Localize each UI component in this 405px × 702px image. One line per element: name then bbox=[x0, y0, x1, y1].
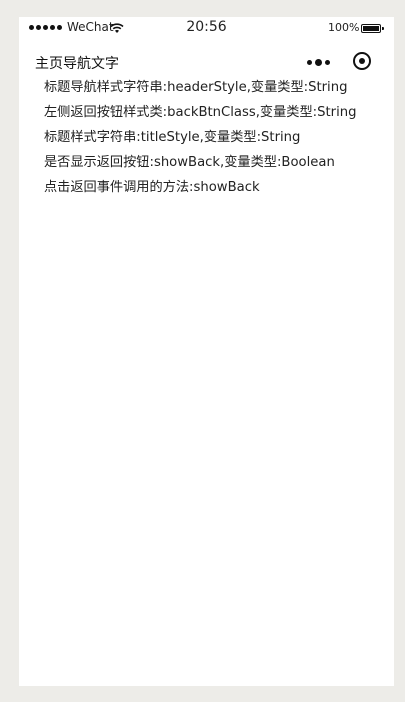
content-line: 是否显示返回按钮:showBack,变量类型:Boolean bbox=[44, 155, 335, 170]
target-icon[interactable] bbox=[353, 52, 371, 70]
more-dots-icon[interactable] bbox=[307, 59, 330, 66]
battery-percent: 100% bbox=[328, 21, 360, 34]
battery-fill bbox=[363, 26, 379, 31]
content-line: 标题导航样式字符串:headerStyle,变量类型:String bbox=[44, 80, 348, 95]
nav-bar: 主页导航文字 bbox=[19, 45, 394, 79]
content-list: 标题导航样式字符串:headerStyle,变量类型:String 左侧返回按钮… bbox=[44, 75, 389, 200]
status-bar: WeChat 20:56 100% bbox=[19, 17, 394, 39]
content-line: 左侧返回按钮样式类:backBtnClass,变量类型:String bbox=[44, 105, 357, 120]
battery-icon bbox=[361, 24, 384, 33]
content-line: 标题样式字符串:titleStyle,变量类型:String bbox=[44, 130, 301, 145]
nav-title: 主页导航文字 bbox=[35, 56, 119, 72]
phone-screen: WeChat 20:56 100% 主页导航文字 标题导航样式字符串:heade… bbox=[19, 17, 394, 686]
content-line: 点击返回事件调用的方法:showBack bbox=[44, 180, 260, 195]
